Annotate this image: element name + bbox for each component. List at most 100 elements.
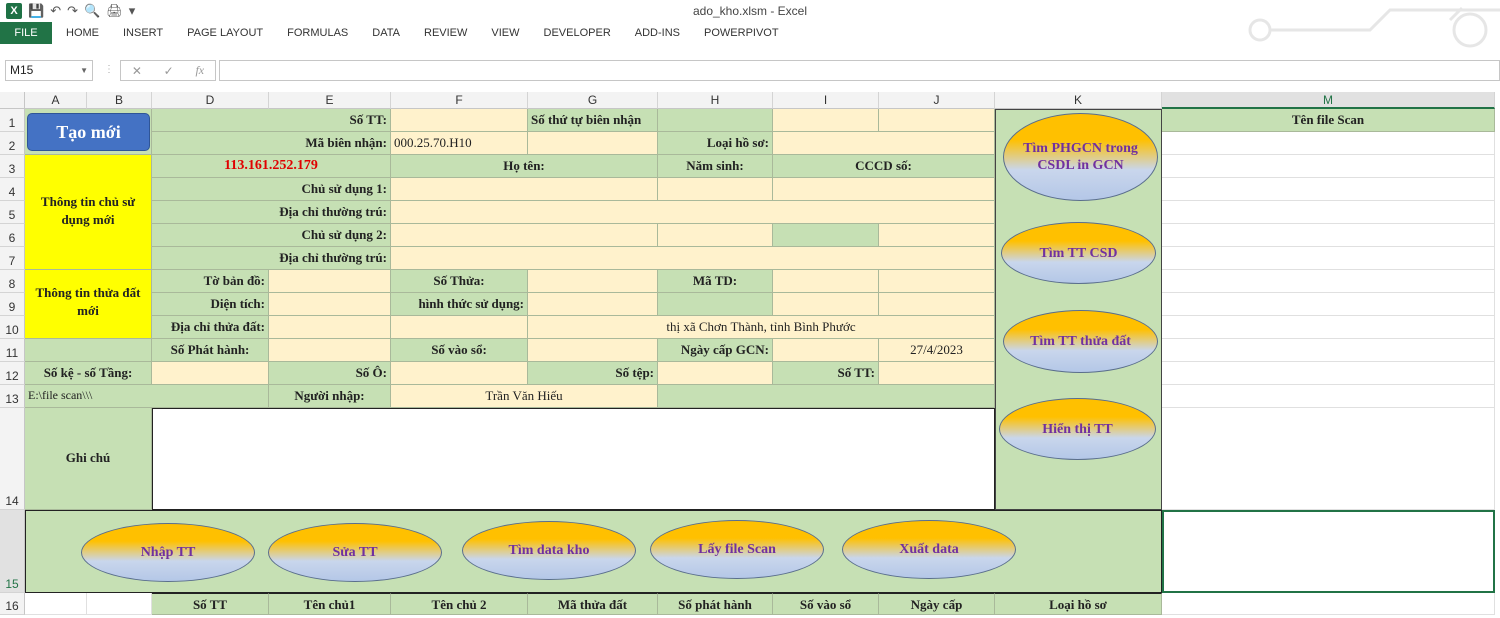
col-header-i[interactable]: I bbox=[773, 92, 879, 109]
cell-m9[interactable] bbox=[1162, 293, 1495, 316]
cancel-icon[interactable]: ✕ bbox=[132, 64, 142, 78]
row-header-7[interactable]: 7 bbox=[0, 247, 25, 270]
tab-developer[interactable]: DEVELOPER bbox=[532, 22, 623, 44]
cell-a11[interactable] bbox=[25, 339, 152, 362]
input-so-ke[interactable] bbox=[152, 362, 269, 385]
cell-m13[interactable] bbox=[1162, 385, 1495, 408]
tab-data[interactable]: DATA bbox=[360, 22, 412, 44]
cell-m3[interactable] bbox=[1162, 155, 1495, 178]
row-header-10[interactable]: 10 bbox=[0, 316, 25, 339]
row-header-9[interactable]: 9 bbox=[0, 293, 25, 316]
cell-g2[interactable] bbox=[528, 132, 658, 155]
row-header-14[interactable]: 14 bbox=[0, 408, 25, 510]
input-nguoi-nhap[interactable]: Trần Văn Hiếu bbox=[391, 385, 658, 408]
tab-file[interactable]: FILE bbox=[0, 22, 52, 44]
nhap-tt-button[interactable]: Nhập TT bbox=[81, 523, 255, 582]
cell-m11[interactable] bbox=[1162, 339, 1495, 362]
input-dia-chi-2[interactable] bbox=[391, 247, 995, 270]
row-header-3[interactable]: 3 bbox=[0, 155, 25, 178]
input-dien-tich[interactable] bbox=[269, 293, 391, 316]
cell-j1[interactable] bbox=[879, 109, 995, 132]
input-cccd-1[interactable] bbox=[773, 178, 995, 201]
row-header-1[interactable]: 1 bbox=[0, 109, 25, 132]
col-header-f[interactable]: F bbox=[391, 92, 528, 109]
input-to-ban-do[interactable] bbox=[269, 270, 391, 293]
col-header-b[interactable]: B bbox=[87, 92, 152, 109]
cell-m14[interactable] bbox=[1162, 408, 1495, 510]
cell-m15-selected[interactable] bbox=[1162, 510, 1495, 593]
row-header-5[interactable]: 5 bbox=[0, 201, 25, 224]
cell-m10[interactable] bbox=[1162, 316, 1495, 339]
formula-input[interactable] bbox=[219, 60, 1500, 81]
col-header-a[interactable]: A bbox=[25, 92, 87, 109]
cell-m12[interactable] bbox=[1162, 362, 1495, 385]
input-so-vao-so[interactable] bbox=[528, 339, 658, 362]
select-all-corner[interactable] bbox=[0, 92, 25, 109]
input-so-tep[interactable] bbox=[658, 362, 773, 385]
cell-m8[interactable] bbox=[1162, 270, 1495, 293]
cell-a16[interactable] bbox=[25, 593, 87, 615]
tim-phgcn-button[interactable]: Tìm PHGCN trong CSDL in GCN bbox=[1003, 113, 1158, 201]
row-header-12[interactable]: 12 bbox=[0, 362, 25, 385]
cell-m2[interactable] bbox=[1162, 132, 1495, 155]
tim-data-kho-button[interactable]: Tìm data kho bbox=[462, 521, 636, 580]
cell-i11[interactable] bbox=[773, 339, 879, 362]
tab-review[interactable]: REVIEW bbox=[412, 22, 479, 44]
col-header-j[interactable]: J bbox=[879, 92, 995, 109]
lay-file-scan-button[interactable]: Lấy file Scan bbox=[650, 520, 824, 579]
cell-m16[interactable] bbox=[1162, 593, 1495, 615]
name-box[interactable]: M15 ▼ bbox=[5, 60, 93, 81]
col-header-h[interactable]: H bbox=[658, 92, 773, 109]
input-so-tt[interactable] bbox=[391, 109, 528, 132]
input-dia-chi-thua-dat[interactable]: thị xã Chơn Thành, tỉnh Bình Phước bbox=[528, 316, 995, 339]
input-ma-td[interactable] bbox=[773, 270, 879, 293]
cell-h1[interactable] bbox=[658, 109, 773, 132]
row-header-16[interactable]: 16 bbox=[0, 593, 25, 615]
cell-m6[interactable] bbox=[1162, 224, 1495, 247]
row-header-4[interactable]: 4 bbox=[0, 178, 25, 201]
col-header-k[interactable]: K bbox=[995, 92, 1162, 109]
tab-add-ins[interactable]: ADD-INS bbox=[623, 22, 692, 44]
row-header-2[interactable]: 2 bbox=[0, 132, 25, 155]
enter-icon[interactable]: ✓ bbox=[164, 64, 174, 78]
scan-path[interactable]: E:\file scan\\\ bbox=[25, 385, 269, 408]
cell-m7[interactable] bbox=[1162, 247, 1495, 270]
tao-moi-button[interactable]: Tạo mới bbox=[27, 113, 150, 151]
input-so-phat-hanh[interactable] bbox=[269, 339, 391, 362]
input-ghi-chu[interactable] bbox=[152, 408, 995, 510]
tab-home[interactable]: HOME bbox=[54, 22, 111, 44]
input-loai-ho-so[interactable] bbox=[773, 132, 995, 155]
row-header-11[interactable]: 11 bbox=[0, 339, 25, 362]
cell-i9[interactable] bbox=[773, 293, 879, 316]
input-ma-bien-nhan[interactable]: 000.25.70.H10 bbox=[391, 132, 528, 155]
input-hinh-thuc-su-dung[interactable] bbox=[528, 293, 658, 316]
input-dia-chi-1[interactable] bbox=[391, 201, 995, 224]
input-nam-sinh-2[interactable] bbox=[658, 224, 773, 247]
chevron-down-icon[interactable]: ▼ bbox=[80, 61, 88, 80]
cell-h13[interactable] bbox=[658, 385, 995, 408]
cell-m5[interactable] bbox=[1162, 201, 1495, 224]
sua-tt-button[interactable]: Sửa TT bbox=[268, 523, 442, 582]
input-so-o[interactable] bbox=[391, 362, 528, 385]
cell-i6[interactable] bbox=[773, 224, 879, 247]
tab-powerpivot[interactable]: POWERPIVOT bbox=[692, 22, 791, 44]
hien-thi-tt-button[interactable]: Hiển thị TT bbox=[999, 398, 1156, 460]
input-ho-ten-2[interactable] bbox=[391, 224, 658, 247]
cell-j8[interactable] bbox=[879, 270, 995, 293]
input-so-thua[interactable] bbox=[528, 270, 658, 293]
cell-i1[interactable] bbox=[773, 109, 879, 132]
input-ngay-cap-gcn[interactable]: 27/4/2023 bbox=[879, 339, 995, 362]
col-header-g[interactable]: G bbox=[528, 92, 658, 109]
cell-j9[interactable] bbox=[879, 293, 995, 316]
input-nam-sinh-1[interactable] bbox=[658, 178, 773, 201]
tab-page-layout[interactable]: PAGE LAYOUT bbox=[175, 22, 275, 44]
tab-formulas[interactable]: FORMULAS bbox=[275, 22, 360, 44]
cell-m4[interactable] bbox=[1162, 178, 1495, 201]
col-header-d[interactable]: D bbox=[152, 92, 269, 109]
col-header-m[interactable]: M bbox=[1162, 92, 1495, 109]
tab-insert[interactable]: INSERT bbox=[111, 22, 175, 44]
cell-f10[interactable] bbox=[391, 316, 528, 339]
row-header-8[interactable]: 8 bbox=[0, 270, 25, 293]
cell-b16[interactable] bbox=[87, 593, 152, 615]
insert-function-icon[interactable]: fx bbox=[195, 63, 204, 78]
